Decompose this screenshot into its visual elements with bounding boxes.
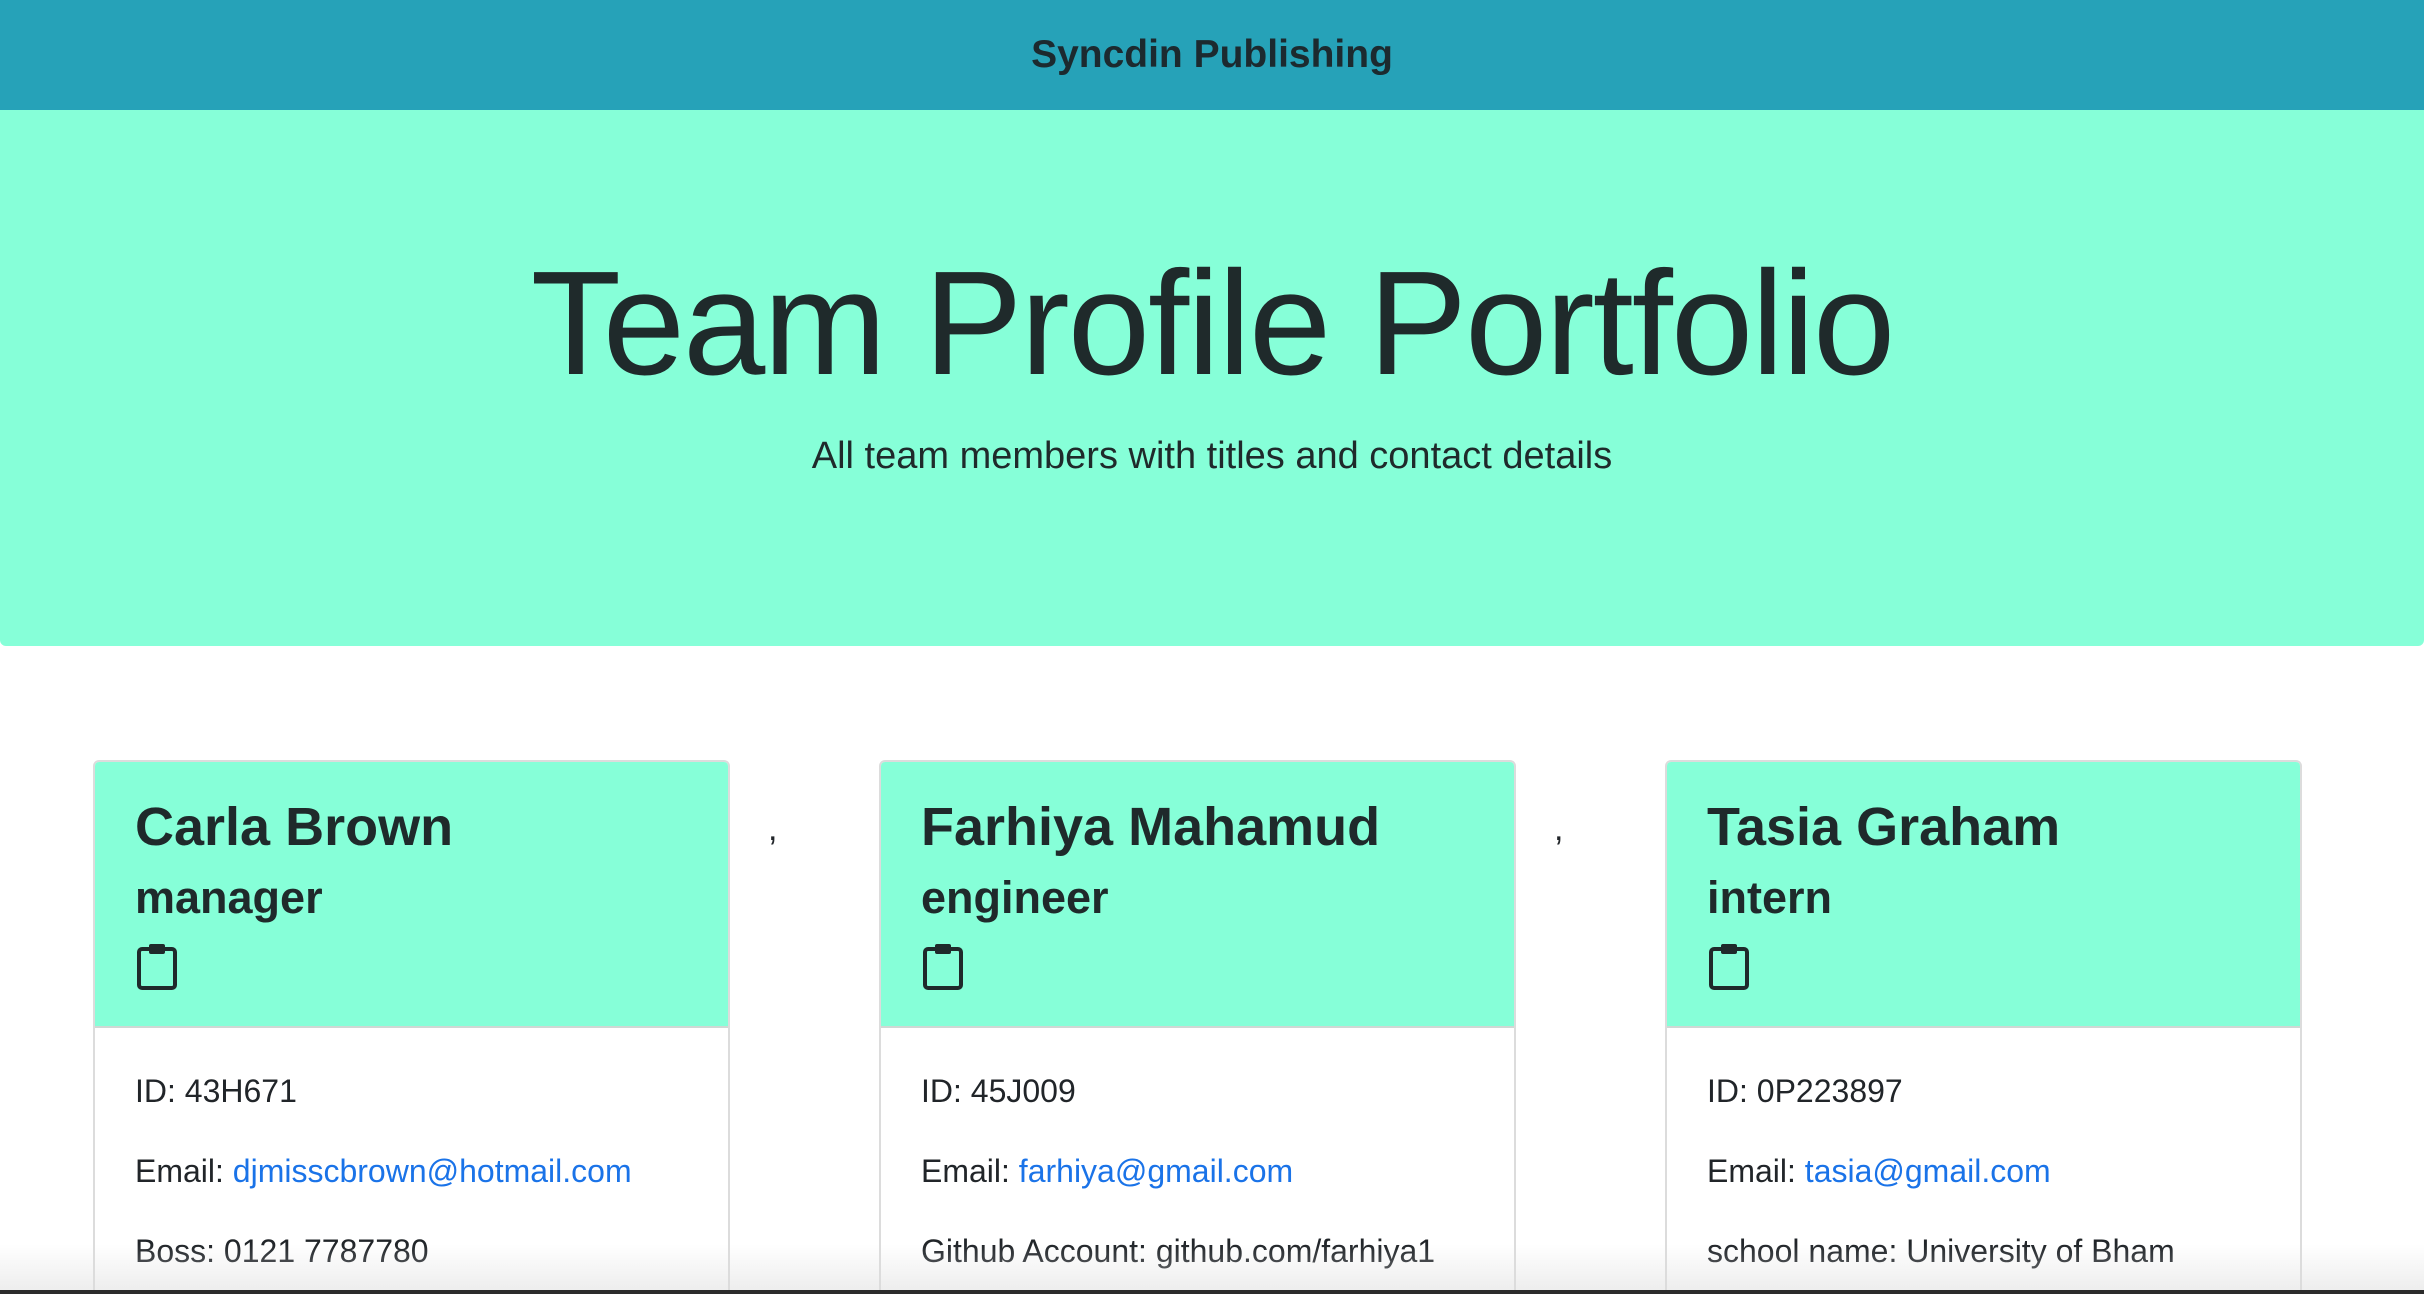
card-body: ID: 43H671 Email: djmisscbrown@hotmail.c… [95, 1028, 728, 1294]
email-label: Email: [135, 1153, 233, 1189]
card-header: Carla Brown manager [95, 762, 728, 1028]
team-member-card: Carla Brown manager ID: 43H671 Email: dj… [93, 760, 730, 1294]
clipboard-icon [137, 943, 177, 990]
page-title: Team Profile Portfolio [530, 241, 1896, 406]
email-link[interactable]: farhiya@gmail.com [1019, 1153, 1293, 1189]
member-id: ID: 43H671 [135, 1073, 297, 1109]
member-name: Farhiya Mahamud [921, 797, 1381, 857]
hero-jumbotron: Team Profile Portfolio All team members … [0, 110, 2424, 646]
member-email-row: Email: djmisscbrown@hotmail.com [135, 1152, 688, 1232]
clipboard-icon [923, 943, 963, 990]
member-email-row: Email: farhiya@gmail.com [921, 1152, 1474, 1232]
navbar: Syncdin Publishing [0, 0, 2424, 110]
separator-comma: , [1554, 810, 1564, 848]
separator-comma: , [768, 810, 778, 848]
email-label: Email: [1707, 1153, 1805, 1189]
viewport-bottom-edge [0, 1290, 2424, 1294]
member-extra-info: Boss: 0121 7787780 [135, 1233, 429, 1269]
card-body: ID: 0P223897 Email: tasia@gmail.com scho… [1667, 1028, 2300, 1294]
team-member-card: Farhiya Mahamud engineer ID: 45J009 Emai… [879, 760, 1516, 1294]
card-header: Tasia Graham intern [1667, 762, 2300, 1028]
member-id: ID: 45J009 [921, 1073, 1076, 1109]
member-extra-info: Github Account: github.com/farhiya1 [921, 1233, 1436, 1269]
member-id: ID: 0P223897 [1707, 1073, 1903, 1109]
navbar-brand[interactable]: Syncdin Publishing [1031, 33, 1393, 77]
member-name: Tasia Graham [1707, 797, 2061, 857]
email-link[interactable]: djmisscbrown@hotmail.com [233, 1153, 632, 1189]
clipboard-icon [1709, 943, 1749, 990]
member-email-row: Email: tasia@gmail.com [1707, 1152, 2260, 1232]
email-label: Email: [921, 1153, 1019, 1189]
member-role: engineer [921, 871, 1109, 923]
page-subtitle: All team members with titles and contact… [811, 435, 1613, 477]
member-name: Carla Brown [135, 797, 454, 857]
member-role: intern [1707, 871, 1833, 923]
member-extra-info: school name: University of Bham [1707, 1233, 2175, 1269]
email-link[interactable]: tasia@gmail.com [1805, 1153, 2051, 1189]
member-role: manager [135, 871, 323, 923]
card-header: Farhiya Mahamud engineer [881, 762, 1514, 1028]
card-body: ID: 45J009 Email: farhiya@gmail.com Gith… [881, 1028, 1514, 1294]
team-member-card: Tasia Graham intern ID: 0P223897 Email: … [1665, 760, 2302, 1294]
